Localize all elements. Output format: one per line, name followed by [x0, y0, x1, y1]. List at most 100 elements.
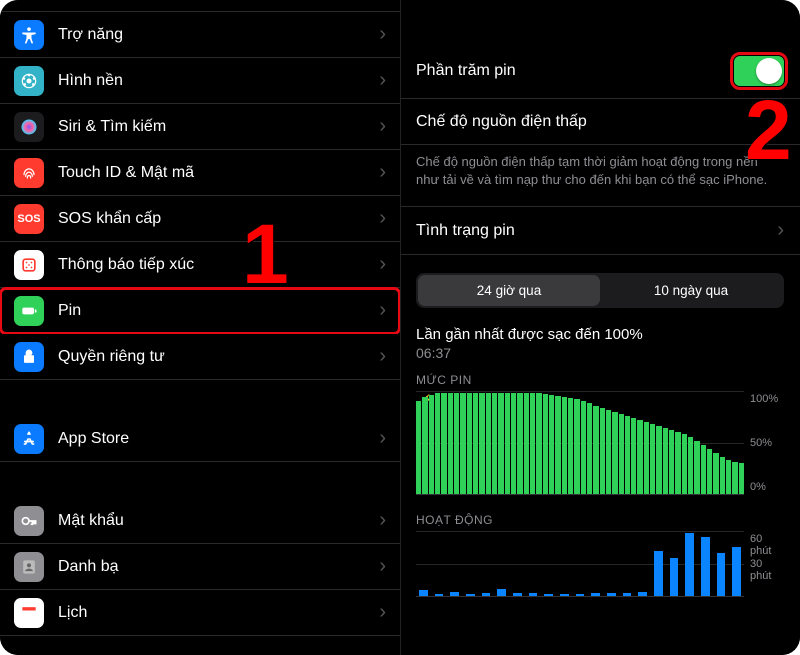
- settings-row-wallpaper[interactable]: Hình nền›: [0, 58, 400, 104]
- settings-group-1: Trợ năng›Hình nền›Siri & Tìm kiếm›Touch …: [0, 12, 400, 380]
- settings-row-label: Hình nền: [58, 72, 379, 90]
- activity-bar: [513, 593, 522, 596]
- settings-row-touchid[interactable]: Touch ID & Mật mã›: [0, 150, 400, 196]
- battery-level-bar: [707, 449, 712, 494]
- segment-24h[interactable]: 24 giờ qua: [418, 275, 600, 306]
- settings-row-accessibility[interactable]: Trợ năng›: [0, 12, 400, 58]
- settings-row-privacy[interactable]: Quyền riêng tư›: [0, 334, 400, 380]
- last-charge-label: Lần gần nhất được sạc đến 100%: [400, 318, 800, 343]
- battery-level-bar: [422, 397, 427, 494]
- sos-icon: SOS: [14, 204, 44, 234]
- activity-bar: [576, 594, 585, 596]
- activity-bar: [450, 592, 459, 596]
- settings-row-siri[interactable]: Siri & Tìm kiếm›: [0, 104, 400, 150]
- battery-level-bar: [429, 395, 434, 494]
- activity-y-axis: 60 phút 30 phút: [744, 531, 784, 597]
- battery-level-bar: [587, 403, 592, 494]
- activity-title: HOẠT ĐỘNG: [416, 513, 784, 527]
- battery-health-row[interactable]: Tình trạng pin ›: [400, 206, 800, 255]
- settings-row-calendar[interactable]: Lịch›: [0, 590, 400, 636]
- calendar-icon: [14, 598, 44, 628]
- activity-chart-section: HOẠT ĐỘNG 60 phút 30 phút: [400, 509, 800, 599]
- settings-list-pane: Trợ năng›Hình nền›Siri & Tìm kiếm›Touch …: [0, 0, 400, 655]
- battery-level-bar: [650, 424, 655, 494]
- settings-row-battery[interactable]: Pin›: [0, 288, 400, 334]
- battery-level-bar: [720, 457, 725, 494]
- battery-percent-label: Phần trăm pin: [416, 62, 734, 80]
- low-power-description: Chế độ nguồn điện thấp tạm thời giảm hoạ…: [400, 145, 800, 206]
- battery-level-bar: [694, 441, 699, 495]
- low-power-row[interactable]: Chế độ nguồn điện thấp: [400, 99, 800, 145]
- battery-level-bar: [505, 393, 510, 494]
- activity-bar: [591, 593, 600, 596]
- battery-level-bar: [555, 396, 560, 494]
- battery-level-title: MỨC PIN: [416, 373, 784, 387]
- battery-level-bar: [486, 393, 491, 494]
- battery-level-bar: [663, 428, 668, 494]
- chevron-icon: ›: [379, 427, 386, 450]
- battery-percent-toggle[interactable]: [734, 56, 784, 86]
- activity-chart-area: [416, 531, 744, 597]
- segment-10d[interactable]: 10 ngày qua: [600, 275, 782, 306]
- low-power-label: Chế độ nguồn điện thấp: [416, 113, 784, 131]
- battery-level-bar: [460, 393, 465, 494]
- activity-bar: [466, 594, 475, 596]
- battery-percent-row[interactable]: Phần trăm pin: [400, 44, 800, 99]
- battery-level-bar: [479, 393, 484, 494]
- battery-level-bar: [675, 432, 680, 494]
- settings-row-exposure[interactable]: Thông báo tiếp xúc›: [0, 242, 400, 288]
- battery-level-bar: [732, 462, 737, 494]
- battery-level-bar: [600, 408, 605, 495]
- activity-bar: [685, 533, 694, 596]
- battery-level-bar: [739, 463, 744, 494]
- settings-row-label: Touch ID & Mật mã: [58, 164, 379, 182]
- wallpaper-icon: [14, 66, 44, 96]
- settings-row-label: Thông báo tiếp xúc: [58, 256, 379, 274]
- battery-level-bar: [568, 398, 573, 494]
- pane-divider: [400, 0, 401, 655]
- battery-level-bar: [619, 414, 624, 494]
- settings-row-label: Danh bạ: [58, 558, 379, 576]
- settings-row-label: Lịch: [58, 604, 379, 622]
- y-0m: [750, 583, 784, 595]
- y-50: 50%: [750, 437, 784, 449]
- battery-level-bar: [593, 406, 598, 495]
- battery-level-bar: [530, 393, 535, 494]
- settings-row-label: App Store: [58, 430, 379, 448]
- key-icon: [14, 506, 44, 536]
- battery-level-bar: [669, 430, 674, 494]
- time-range-segment[interactable]: 24 giờ qua 10 ngày qua: [416, 273, 784, 308]
- spacer-top: [400, 0, 800, 44]
- battery-level-bar: [637, 420, 642, 494]
- touchid-icon: [14, 158, 44, 188]
- group-gap-1: [0, 380, 400, 416]
- settings-row-contacts[interactable]: Danh bạ›: [0, 544, 400, 590]
- activity-bar: [435, 594, 444, 596]
- battery-level-bar: [581, 401, 586, 494]
- settings-row-appstore[interactable]: App Store›: [0, 416, 400, 462]
- chevron-icon: ›: [379, 601, 386, 624]
- battery-level-bar: [416, 401, 421, 494]
- settings-row-label: Trợ năng: [58, 26, 379, 44]
- battery-level-bar: [448, 393, 453, 494]
- chevron-icon: ›: [379, 253, 386, 276]
- activity-bar: [497, 589, 506, 597]
- settings-row-label: Quyền riêng tư: [58, 348, 379, 366]
- battery-level-chart-area: ⚡: [416, 391, 744, 495]
- siri-icon: [14, 112, 44, 142]
- y-30m: 30 phút: [750, 558, 784, 582]
- battery-level-bar: [517, 393, 522, 494]
- settings-row-sos[interactable]: SOSSOS khẩn cấp›: [0, 196, 400, 242]
- accessibility-icon: [14, 20, 44, 50]
- contacts-icon: [14, 552, 44, 582]
- chevron-icon: ›: [379, 161, 386, 184]
- battery-level-bar: [543, 394, 548, 494]
- battery-level-bar: [473, 393, 478, 494]
- settings-row-label: Pin: [58, 302, 379, 320]
- activity-bar: [717, 553, 726, 596]
- settings-row-key[interactable]: Mật khẩu›: [0, 498, 400, 544]
- y-0: 0%: [750, 481, 784, 493]
- y-60m: 60 phút: [750, 533, 784, 557]
- battery-level-bar: [454, 393, 459, 494]
- chevron-icon: ›: [379, 69, 386, 92]
